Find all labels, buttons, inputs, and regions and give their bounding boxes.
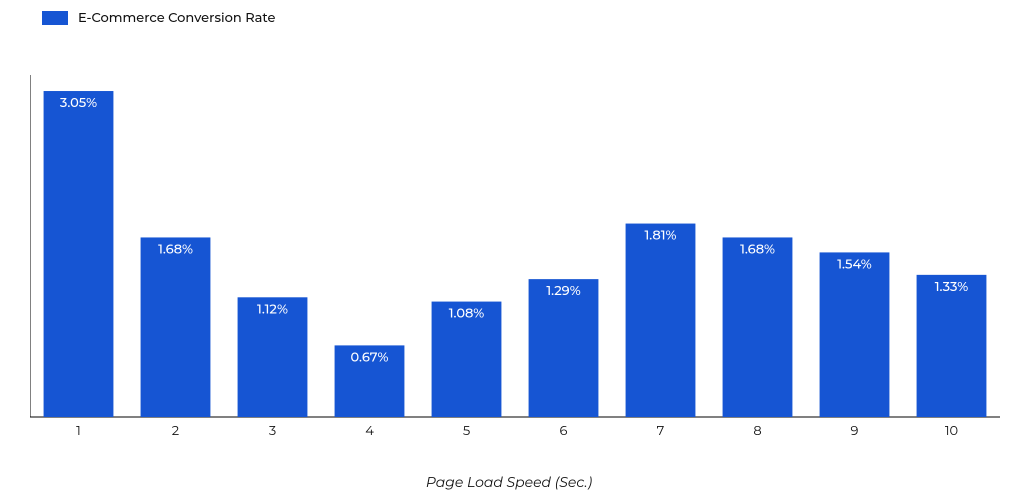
bar-value-label: 1.08% <box>449 306 485 322</box>
bar-chart: 3.05% 1 1.68% 2 1.12% 3 0.67% 4 1.08% 5 1.29% 6 1.81… <box>30 75 1010 445</box>
bar <box>529 279 599 417</box>
x-tick-label: 8 <box>753 423 761 439</box>
bar-value-label: 1.33% <box>935 279 969 295</box>
bar-value-label: 0.67% <box>351 349 389 365</box>
bar-value-label: 3.05% <box>60 95 97 111</box>
x-tick-label: 6 <box>560 423 568 439</box>
bar <box>820 252 890 417</box>
bar-value-label: 1.68% <box>158 241 193 257</box>
bar-value-label: 1.54% <box>837 256 872 272</box>
legend-label: E-Commerce Conversion Rate <box>78 10 275 26</box>
legend-swatch <box>42 11 68 25</box>
x-tick-label: 2 <box>172 423 179 439</box>
x-tick-label: 1 <box>76 423 81 439</box>
bar-value-label: 1.12% <box>257 301 288 317</box>
bar <box>723 237 793 417</box>
bar <box>141 237 211 417</box>
x-tick-label: 3 <box>269 423 276 439</box>
bar <box>626 224 696 417</box>
x-tick-label: 7 <box>657 423 665 439</box>
bar-value-label: 1.81% <box>644 228 676 244</box>
x-tick-label: 9 <box>851 423 859 439</box>
bar-value-label: 1.29% <box>546 283 580 299</box>
x-tick-label: 5 <box>463 423 470 439</box>
bar <box>917 275 987 417</box>
bar <box>44 91 114 417</box>
x-tick-label: 10 <box>945 423 958 439</box>
x-axis-label: Page Load Speed (Sec.) <box>0 473 1018 491</box>
bar-value-label: 1.68% <box>740 241 775 257</box>
x-tick-label: 4 <box>365 423 374 439</box>
legend: E-Commerce Conversion Rate <box>42 10 275 26</box>
